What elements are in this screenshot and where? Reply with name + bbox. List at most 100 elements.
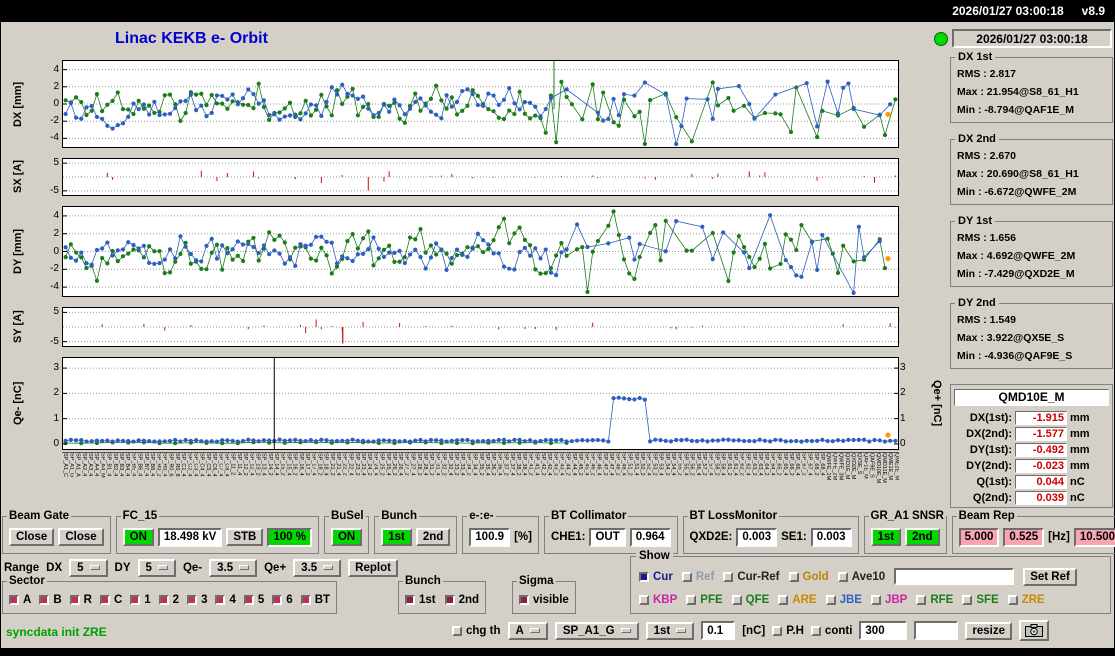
button-1st[interactable]: 1st bbox=[871, 528, 902, 546]
set-ref-button[interactable]: Set Ref bbox=[1023, 568, 1077, 586]
checkbox-label: Gold bbox=[803, 571, 829, 583]
screenshot-button[interactable] bbox=[1019, 620, 1049, 641]
sector-3-checkbox[interactable]: 3 bbox=[187, 594, 207, 606]
show-ave10-checkbox[interactable]: Ave10 bbox=[838, 571, 885, 583]
sector-a-checkbox[interactable]: A bbox=[9, 594, 31, 606]
bunch-menu[interactable]: 1st bbox=[646, 622, 695, 640]
checkbox-label: ARE bbox=[792, 594, 816, 606]
show-group: Show CurRefCur-RefGoldAve10 Set Ref KBPP… bbox=[630, 556, 1111, 614]
y-tick-label: 2 bbox=[37, 82, 59, 92]
checkbox-indicator bbox=[1008, 595, 1018, 605]
aux-input[interactable] bbox=[914, 621, 958, 640]
ph-checkbox[interactable]: P.H bbox=[772, 625, 804, 637]
sector-r-checkbox[interactable]: R bbox=[70, 594, 92, 606]
sector-2-checkbox[interactable]: 2 bbox=[159, 594, 179, 606]
resize-button[interactable]: resize bbox=[965, 622, 1012, 640]
monitor-row-unit: mm bbox=[1070, 444, 1090, 456]
sector-5-checkbox[interactable]: 5 bbox=[244, 594, 264, 606]
y-tick-label: -2 bbox=[37, 116, 59, 126]
menu-indicator-icon bbox=[323, 565, 333, 570]
button-2nd[interactable]: 2nd bbox=[416, 528, 450, 546]
checkbox-indicator bbox=[130, 595, 140, 605]
stats-line: Max : 21.954@S8_61_H1 bbox=[957, 83, 1109, 101]
menu-indicator-icon bbox=[530, 628, 540, 633]
interval-input[interactable] bbox=[859, 621, 907, 640]
stats-line: Max : 20.690@S8_61_H1 bbox=[957, 165, 1109, 183]
group-caption: e-:e- bbox=[467, 510, 495, 522]
conti-checkbox[interactable]: conti bbox=[811, 625, 852, 637]
group-caption: Beam Gate bbox=[7, 510, 71, 522]
sector-menu[interactable]: A bbox=[508, 622, 548, 640]
monitor-row: Q(1st):0.044nC bbox=[954, 474, 1109, 490]
sector-c-checkbox[interactable]: C bbox=[100, 594, 122, 606]
ref-file-input[interactable] bbox=[894, 568, 1014, 585]
label-che1: CHE1: bbox=[551, 531, 586, 543]
y-tick-label: 1 bbox=[37, 414, 59, 424]
range-dy-menu[interactable]: 5 bbox=[138, 559, 176, 577]
bunch-1st-checkbox[interactable]: 1st bbox=[405, 594, 436, 606]
device-menu[interactable]: SP_A1_G bbox=[555, 622, 639, 640]
threshold-unit-label: [nC] bbox=[742, 625, 765, 637]
replot-button[interactable]: Replot bbox=[348, 559, 398, 577]
button-on[interactable]: ON bbox=[331, 528, 362, 546]
field-0-525: 0.525 bbox=[1003, 528, 1044, 547]
chg-th-checkbox[interactable]: chg th bbox=[452, 625, 501, 637]
monitor-row: Q(2nd):0.039nC bbox=[954, 490, 1109, 506]
monitor-row-value: -0.492 bbox=[1015, 443, 1067, 457]
range-qe-menu[interactable]: 3.5 bbox=[209, 559, 257, 577]
threshold-input[interactable] bbox=[701, 621, 735, 640]
region-rfe-checkbox[interactable]: RFE bbox=[916, 594, 953, 606]
button-2nd[interactable]: 2nd bbox=[905, 528, 939, 546]
sector-6-checkbox[interactable]: 6 bbox=[272, 594, 292, 606]
stats-line: RMS : 1.549 bbox=[957, 311, 1109, 329]
control-groups-row: Beam GateCloseCloseFC_15ON18.498 kVSTB10… bbox=[2, 516, 1113, 554]
sync-status-text: syncdata init ZRE bbox=[6, 625, 107, 639]
sector-1-checkbox[interactable]: 1 bbox=[130, 594, 150, 606]
checkbox-indicator bbox=[682, 572, 692, 582]
button-close[interactable]: Close bbox=[58, 528, 103, 546]
show-gold-checkbox[interactable]: Gold bbox=[789, 571, 829, 583]
bunch-select-group: Bunch 1st2nd bbox=[398, 581, 486, 614]
group-bunch: Bunch1st2nd bbox=[374, 516, 457, 554]
stats-box-caption: DY 1st bbox=[955, 215, 995, 227]
region-jbp-checkbox[interactable]: JBP bbox=[871, 594, 907, 606]
range-dx-menu[interactable]: 5 bbox=[69, 559, 107, 577]
region-pfe-checkbox[interactable]: PFE bbox=[686, 594, 722, 606]
region-sfe-checkbox[interactable]: SFE bbox=[962, 594, 998, 606]
checkbox-indicator bbox=[723, 572, 733, 582]
button-close[interactable]: Close bbox=[9, 528, 54, 546]
y-axis-title-right: Qe+ [nC] bbox=[930, 358, 944, 449]
region-zre-checkbox[interactable]: ZRE bbox=[1008, 594, 1045, 606]
sector-b-checkbox[interactable]: B bbox=[39, 594, 61, 606]
checkbox-indicator bbox=[962, 595, 972, 605]
group-caption: GR_A1 SNSR bbox=[869, 510, 947, 522]
plot-sx: 5-5SX [A] bbox=[62, 158, 899, 196]
stats-line: Min : -4.936@QAF9E_S bbox=[957, 347, 1109, 365]
plot-q: 33221100Qe- [nC]Qe+ [nC] bbox=[62, 357, 899, 450]
monitor-row-label: Q(2nd): bbox=[954, 492, 1012, 504]
range-qe-label: Qe+ bbox=[264, 562, 286, 574]
monitor-row-label: DY(2nd): bbox=[954, 460, 1012, 472]
button-stb[interactable]: STB bbox=[226, 528, 263, 546]
button-on[interactable]: ON bbox=[123, 528, 154, 546]
show-cur-checkbox[interactable]: Cur bbox=[639, 571, 673, 583]
checkbox-label: JBE bbox=[840, 594, 862, 606]
region-jbe-checkbox[interactable]: JBE bbox=[826, 594, 862, 606]
button-1st[interactable]: 1st bbox=[381, 528, 412, 546]
checkbox-label: 1st bbox=[419, 594, 436, 606]
y-tick-label: 3 bbox=[37, 363, 59, 373]
region-are-checkbox[interactable]: ARE bbox=[778, 594, 816, 606]
show-ref-checkbox[interactable]: Ref bbox=[682, 571, 715, 583]
sigma-visible-checkbox[interactable]: visible bbox=[519, 594, 569, 606]
field-5-000: 5.000 bbox=[959, 528, 1000, 547]
show-cur-ref-checkbox[interactable]: Cur-Ref bbox=[723, 571, 779, 583]
plot-dx-canvas bbox=[63, 61, 898, 147]
footer-controls: chg th A SP_A1_G 1st [nC] P.H conti resi… bbox=[452, 620, 1049, 641]
bunch-2nd-checkbox[interactable]: 2nd bbox=[445, 594, 479, 606]
region-kbp-checkbox[interactable]: KBP bbox=[639, 594, 677, 606]
sector-bt-checkbox[interactable]: BT bbox=[301, 594, 330, 606]
checkbox-indicator bbox=[215, 595, 225, 605]
region-qfe-checkbox[interactable]: QFE bbox=[732, 594, 770, 606]
range-qe-menu[interactable]: 3.5 bbox=[293, 559, 341, 577]
sector-4-checkbox[interactable]: 4 bbox=[215, 594, 235, 606]
